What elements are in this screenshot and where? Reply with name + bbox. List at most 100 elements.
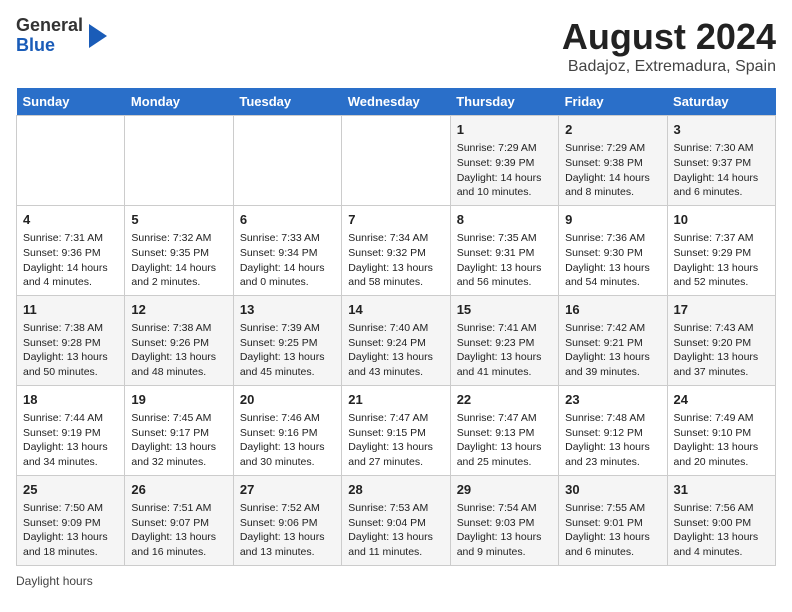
calendar-body: 1 Sunrise: 7:29 AM Sunset: 9:39 PM Daylig… bbox=[17, 116, 776, 566]
day-info: Sunrise: 7:42 AM Sunset: 9:21 PM Dayligh… bbox=[565, 321, 660, 380]
day-info: Sunrise: 7:56 AM Sunset: 9:00 PM Dayligh… bbox=[674, 501, 769, 560]
day-info: Sunrise: 7:50 AM Sunset: 9:09 PM Dayligh… bbox=[23, 501, 118, 560]
day-info: Sunrise: 7:47 AM Sunset: 9:15 PM Dayligh… bbox=[348, 411, 443, 470]
day-info: Sunrise: 7:46 AM Sunset: 9:16 PM Dayligh… bbox=[240, 411, 335, 470]
column-header-saturday: Saturday bbox=[667, 88, 775, 116]
calendar-cell: 16 Sunrise: 7:42 AM Sunset: 9:21 PM Dayli… bbox=[559, 295, 667, 385]
day-number: 4 bbox=[23, 211, 118, 229]
day-info: Sunrise: 7:41 AM Sunset: 9:23 PM Dayligh… bbox=[457, 321, 552, 380]
day-info: Sunrise: 7:29 AM Sunset: 9:39 PM Dayligh… bbox=[457, 141, 552, 200]
day-number: 15 bbox=[457, 301, 552, 319]
calendar-week-row: 18Sunrise: 7:44 AM Sunset: 9:19 PM Dayli… bbox=[17, 385, 776, 475]
day-number: 8 bbox=[457, 211, 552, 229]
calendar-cell: 14Sunrise: 7:40 AM Sunset: 9:24 PM Dayli… bbox=[342, 295, 450, 385]
calendar-cell: 31Sunrise: 7:56 AM Sunset: 9:00 PM Dayli… bbox=[667, 475, 775, 565]
logo-text-block: General Blue bbox=[16, 16, 83, 56]
day-number: 29 bbox=[457, 481, 552, 499]
calendar-cell: 2Sunrise: 7:29 AM Sunset: 9:38 PM Daylig… bbox=[559, 116, 667, 206]
calendar-cell: 24 Sunrise: 7:49 AM Sunset: 9:10 PM Dayli… bbox=[667, 385, 775, 475]
day-info: Sunrise: 7:38 AM Sunset: 9:26 PM Dayligh… bbox=[131, 321, 226, 380]
day-number: 28 bbox=[348, 481, 443, 499]
calendar-cell: 23 Sunrise: 7:48 AM Sunset: 9:12 PM Dayli… bbox=[559, 385, 667, 475]
day-number: 30 bbox=[565, 481, 660, 499]
calendar-week-row: 4 Sunrise: 7:31 AM Sunset: 9:36 PM Daylig… bbox=[17, 205, 776, 295]
day-info: Sunrise: 7:44 AM Sunset: 9:19 PM Dayligh… bbox=[23, 411, 118, 470]
day-number: 3 bbox=[674, 121, 769, 139]
day-number: 22 bbox=[457, 391, 552, 409]
calendar-cell: 9 Sunrise: 7:36 AM Sunset: 9:30 PM Daylig… bbox=[559, 205, 667, 295]
day-info: Sunrise: 7:49 AM Sunset: 9:10 PM Dayligh… bbox=[674, 411, 769, 470]
day-info: Sunrise: 7:54 AM Sunset: 9:03 PM Dayligh… bbox=[457, 501, 552, 560]
day-info: Sunrise: 7:35 AM Sunset: 9:31 PM Dayligh… bbox=[457, 231, 552, 290]
day-number: 26 bbox=[131, 481, 226, 499]
day-info: Sunrise: 7:33 AM Sunset: 9:34 PM Dayligh… bbox=[240, 231, 335, 290]
daylight-label: Daylight hours bbox=[16, 574, 93, 588]
column-header-thursday: Thursday bbox=[450, 88, 558, 116]
calendar-cell: 29 Sunrise: 7:54 AM Sunset: 9:03 PM Dayli… bbox=[450, 475, 558, 565]
calendar-cell: 10Sunrise: 7:37 AM Sunset: 9:29 PM Dayli… bbox=[667, 205, 775, 295]
day-info: Sunrise: 7:30 AM Sunset: 9:37 PM Dayligh… bbox=[674, 141, 769, 200]
calendar-cell bbox=[125, 116, 233, 206]
day-info: Sunrise: 7:32 AM Sunset: 9:35 PM Dayligh… bbox=[131, 231, 226, 290]
day-number: 23 bbox=[565, 391, 660, 409]
logo: General Blue bbox=[16, 16, 107, 56]
calendar-cell bbox=[342, 116, 450, 206]
calendar-cell: 27Sunrise: 7:52 AM Sunset: 9:06 PM Dayli… bbox=[233, 475, 341, 565]
calendar-cell: 22 Sunrise: 7:47 AM Sunset: 9:13 PM Dayli… bbox=[450, 385, 558, 475]
logo-arrow-icon bbox=[89, 24, 107, 48]
logo-general: General bbox=[16, 16, 83, 36]
day-number: 11 bbox=[23, 301, 118, 319]
header: General Blue August 2024 Badajoz, Extrem… bbox=[16, 16, 776, 76]
calendar-week-row: 1 Sunrise: 7:29 AM Sunset: 9:39 PM Daylig… bbox=[17, 116, 776, 206]
day-info: Sunrise: 7:53 AM Sunset: 9:04 PM Dayligh… bbox=[348, 501, 443, 560]
day-number: 7 bbox=[348, 211, 443, 229]
column-header-wednesday: Wednesday bbox=[342, 88, 450, 116]
day-info: Sunrise: 7:38 AM Sunset: 9:28 PM Dayligh… bbox=[23, 321, 118, 380]
calendar-week-row: 11 Sunrise: 7:38 AM Sunset: 9:28 PM Dayli… bbox=[17, 295, 776, 385]
calendar-cell: 8 Sunrise: 7:35 AM Sunset: 9:31 PM Daylig… bbox=[450, 205, 558, 295]
day-number: 5 bbox=[131, 211, 226, 229]
calendar-cell bbox=[233, 116, 341, 206]
calendar-cell: 7 Sunrise: 7:34 AM Sunset: 9:32 PM Daylig… bbox=[342, 205, 450, 295]
calendar-week-row: 25 Sunrise: 7:50 AM Sunset: 9:09 PM Dayli… bbox=[17, 475, 776, 565]
calendar-cell: 20Sunrise: 7:46 AM Sunset: 9:16 PM Dayli… bbox=[233, 385, 341, 475]
calendar-cell: 19Sunrise: 7:45 AM Sunset: 9:17 PM Dayli… bbox=[125, 385, 233, 475]
day-info: Sunrise: 7:34 AM Sunset: 9:32 PM Dayligh… bbox=[348, 231, 443, 290]
day-number: 12 bbox=[131, 301, 226, 319]
footer: Daylight hours bbox=[16, 574, 776, 588]
day-info: Sunrise: 7:47 AM Sunset: 9:13 PM Dayligh… bbox=[457, 411, 552, 470]
day-number: 25 bbox=[23, 481, 118, 499]
column-header-monday: Monday bbox=[125, 88, 233, 116]
day-number: 10 bbox=[674, 211, 769, 229]
calendar-cell: 15 Sunrise: 7:41 AM Sunset: 9:23 PM Dayli… bbox=[450, 295, 558, 385]
day-info: Sunrise: 7:36 AM Sunset: 9:30 PM Dayligh… bbox=[565, 231, 660, 290]
day-info: Sunrise: 7:55 AM Sunset: 9:01 PM Dayligh… bbox=[565, 501, 660, 560]
calendar-cell: 13Sunrise: 7:39 AM Sunset: 9:25 PM Dayli… bbox=[233, 295, 341, 385]
calendar-cell: 21 Sunrise: 7:47 AM Sunset: 9:15 PM Dayli… bbox=[342, 385, 450, 475]
day-info: Sunrise: 7:43 AM Sunset: 9:20 PM Dayligh… bbox=[674, 321, 769, 380]
calendar-cell: 4 Sunrise: 7:31 AM Sunset: 9:36 PM Daylig… bbox=[17, 205, 125, 295]
day-number: 9 bbox=[565, 211, 660, 229]
day-info: Sunrise: 7:40 AM Sunset: 9:24 PM Dayligh… bbox=[348, 321, 443, 380]
column-header-friday: Friday bbox=[559, 88, 667, 116]
calendar-cell: 28 Sunrise: 7:53 AM Sunset: 9:04 PM Dayli… bbox=[342, 475, 450, 565]
calendar-header-row: SundayMondayTuesdayWednesdayThursdayFrid… bbox=[17, 88, 776, 116]
calendar-cell bbox=[17, 116, 125, 206]
calendar-cell: 5 Sunrise: 7:32 AM Sunset: 9:35 PM Daylig… bbox=[125, 205, 233, 295]
day-info: Sunrise: 7:29 AM Sunset: 9:38 PM Dayligh… bbox=[565, 141, 660, 200]
day-number: 1 bbox=[457, 121, 552, 139]
calendar-title: August 2024 bbox=[562, 16, 776, 58]
day-info: Sunrise: 7:48 AM Sunset: 9:12 PM Dayligh… bbox=[565, 411, 660, 470]
day-info: Sunrise: 7:45 AM Sunset: 9:17 PM Dayligh… bbox=[131, 411, 226, 470]
column-header-tuesday: Tuesday bbox=[233, 88, 341, 116]
day-info: Sunrise: 7:31 AM Sunset: 9:36 PM Dayligh… bbox=[23, 231, 118, 290]
calendar-cell: 12 Sunrise: 7:38 AM Sunset: 9:26 PM Dayli… bbox=[125, 295, 233, 385]
day-number: 24 bbox=[674, 391, 769, 409]
logo-blue: Blue bbox=[16, 36, 83, 56]
day-number: 16 bbox=[565, 301, 660, 319]
day-number: 6 bbox=[240, 211, 335, 229]
calendar-cell: 17Sunrise: 7:43 AM Sunset: 9:20 PM Dayli… bbox=[667, 295, 775, 385]
calendar-cell: 11 Sunrise: 7:38 AM Sunset: 9:28 PM Dayli… bbox=[17, 295, 125, 385]
calendar-cell: 30 Sunrise: 7:55 AM Sunset: 9:01 PM Dayli… bbox=[559, 475, 667, 565]
day-number: 21 bbox=[348, 391, 443, 409]
